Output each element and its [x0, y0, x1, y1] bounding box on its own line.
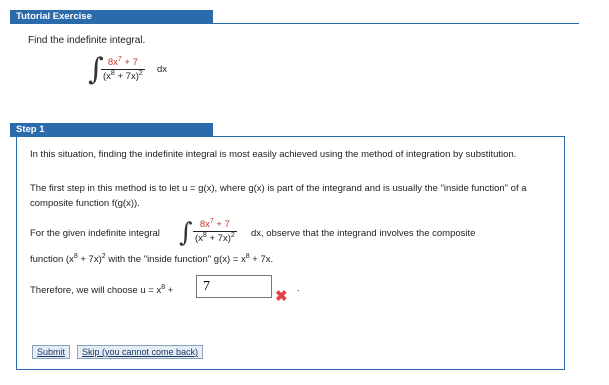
skip-button[interactable]: Skip (you cannot come back): [77, 345, 204, 359]
choose-text: Therefore, we will choose u = x8 +: [30, 283, 174, 296]
answer-period: .: [297, 283, 300, 294]
answer-input[interactable]: [196, 275, 272, 298]
step1-header: Step 1: [10, 123, 213, 137]
inline-integrand-fraction: 8x7 + 7 (x8 + 7x)2: [193, 217, 237, 244]
step1-para4: function (x8 + 7x)2 with the "inside fun…: [30, 252, 274, 265]
integral-dx: dx: [157, 64, 168, 75]
tutorial-prompt: Find the indefinite integral.: [28, 35, 146, 46]
x-mark-icon: ✖: [275, 288, 288, 305]
tutorial-header: Tutorial Exercise: [10, 10, 213, 24]
step1-para3-suffix: dx, observe that the integrand involves …: [251, 228, 476, 239]
header-rule: [213, 23, 579, 24]
step1-para1: In this situation, finding the indefinit…: [30, 149, 517, 160]
inline-integral-sign: ∫: [179, 218, 193, 248]
integrand-fraction: 8x7 + 7 (x8 + 7x)2: [101, 55, 145, 82]
submit-button[interactable]: Submit: [32, 345, 71, 359]
step1-panel: In this situation, finding the indefinit…: [16, 136, 565, 370]
step1-para2: The first step in this method is to let …: [30, 183, 527, 209]
